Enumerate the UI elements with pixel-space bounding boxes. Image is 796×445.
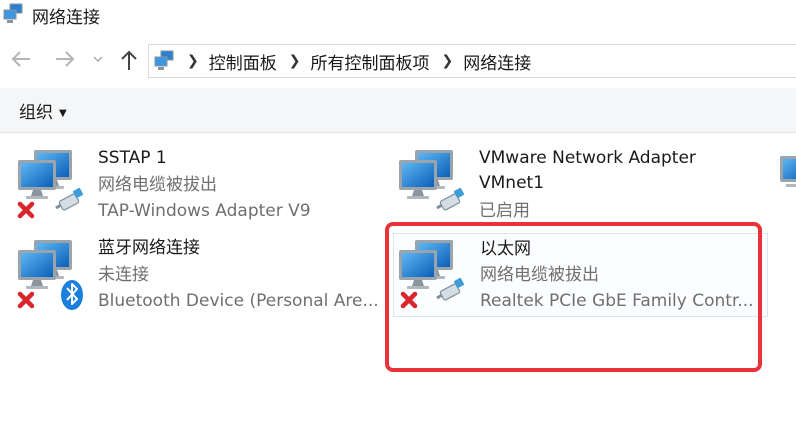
bluetooth-icon xyxy=(61,280,83,310)
highlight-annotation-box xyxy=(385,222,762,372)
breadcrumb-item-network-connections[interactable]: 网络连接 xyxy=(463,49,531,74)
network-adapter-icon xyxy=(16,238,83,310)
connection-name: 蓝牙网络连接 xyxy=(98,238,200,258)
title-bar: 网络连接 xyxy=(0,0,796,30)
organize-button[interactable]: 组织 ▼ xyxy=(19,98,67,123)
connection-item-bluetooth[interactable]: 蓝牙网络连接 未连接 Bluetooth Device (Personal Ar… xyxy=(16,238,379,316)
connection-status: 网络电缆被拔出 xyxy=(98,175,217,195)
window-title: 网络连接 xyxy=(32,8,100,28)
up-arrow-icon[interactable] xyxy=(118,48,140,77)
chevron-right-icon[interactable]: ❯ xyxy=(441,53,453,69)
address-bar[interactable]: ❯ 控制面板 ❯ 所有控制面板项 ❯ 网络连接 xyxy=(148,44,796,78)
back-arrow-icon[interactable] xyxy=(10,48,32,75)
connection-item-vmware[interactable]: VMware Network Adapter VMnet1 已启用 xyxy=(397,148,767,226)
connection-status: 未连接 xyxy=(98,265,149,285)
command-bar: 组织 ▼ xyxy=(0,88,796,133)
breadcrumb: ❯ 控制面板 ❯ 所有控制面板项 ❯ 网络连接 xyxy=(183,49,531,74)
chevron-right-icon[interactable]: ❯ xyxy=(289,53,301,69)
chevron-right-icon[interactable]: ❯ xyxy=(187,53,199,69)
connection-name: VMware Network Adapter xyxy=(479,148,696,168)
connection-name-line2: VMnet1 xyxy=(479,173,545,193)
connection-device: Bluetooth Device (Personal Are... xyxy=(98,291,379,311)
breadcrumb-item-all-items[interactable]: 所有控制面板项 xyxy=(310,49,429,74)
caret-down-icon: ▼ xyxy=(59,108,67,119)
control-panel-icon xyxy=(153,49,177,77)
network-adapter-icon xyxy=(397,148,466,213)
network-adapter-icon xyxy=(16,148,85,220)
connection-item-sstap[interactable]: SSTAP 1 网络电缆被拔出 TAP-Windows Adapter V9 xyxy=(16,148,376,226)
connection-device: TAP-Windows Adapter V9 xyxy=(98,201,311,221)
network-connections-icon xyxy=(2,2,26,30)
breadcrumb-item-control-panel[interactable]: 控制面板 xyxy=(209,49,277,74)
connection-name: SSTAP 1 xyxy=(98,148,167,168)
network-adapter-icon[interactable] xyxy=(778,148,796,208)
chevron-down-icon[interactable] xyxy=(92,48,104,75)
connection-status: 已启用 xyxy=(479,201,530,221)
forward-arrow-icon[interactable] xyxy=(54,48,76,75)
organize-label: 组织 xyxy=(19,103,53,123)
